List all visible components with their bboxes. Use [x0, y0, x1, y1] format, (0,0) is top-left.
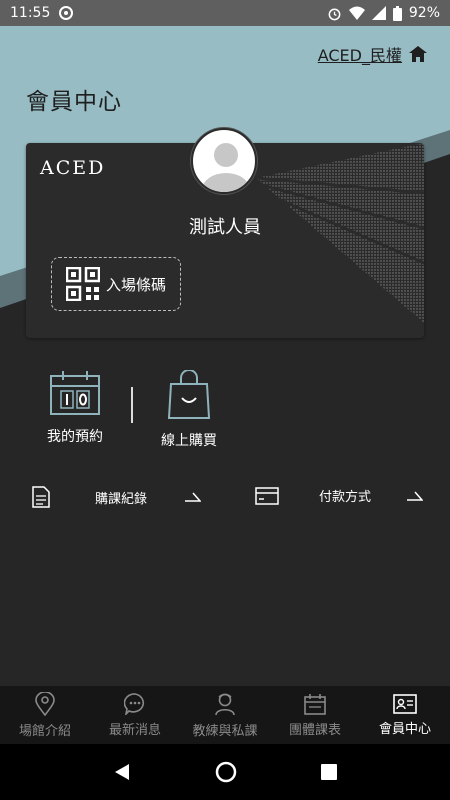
status-bar: 11:55 92%: [0, 0, 450, 26]
nav-latest-news[interactable]: 最新消息: [90, 686, 180, 744]
quick-actions-divider: [131, 387, 133, 423]
purchase-history-label: 購課紀錄: [95, 491, 148, 507]
member-name: 測試人員: [189, 217, 261, 238]
online-purchase-button[interactable]: 線上購買: [158, 369, 220, 450]
battery-icon: [392, 5, 402, 21]
bottom-nav: 場館介紹 最新消息 教練與私課 團體課表 會員中心: [0, 686, 450, 744]
member-id-icon: [393, 693, 417, 714]
nav-venue-intro-label: 場館介紹: [18, 723, 71, 739]
chat-bubble-icon: [124, 692, 145, 715]
my-booking-label: 我的預約: [47, 429, 103, 445]
gym-branch-link[interactable]: ACED_民權: [318, 42, 428, 66]
page-title: 會員中心: [26, 89, 122, 115]
nav-coach-private-label: 教練與私課: [192, 723, 258, 739]
qr-code-icon: [65, 267, 100, 301]
nav-coach-private[interactable]: 教練與私課: [180, 686, 270, 744]
payment-method-link[interactable]: 付款方式: [255, 486, 424, 505]
nav-group-schedule-label: 團體課表: [288, 722, 341, 738]
status-time: 11:55: [10, 5, 51, 21]
home-circle-icon[interactable]: [215, 761, 237, 783]
diagonal-background: [0, 130, 450, 686]
signal-icon: [371, 6, 386, 20]
nav-latest-news-label: 最新消息: [108, 722, 161, 738]
aced-logo: ACED: [40, 157, 106, 179]
recents-icon[interactable]: [320, 763, 338, 781]
calendar-icon: [50, 371, 100, 415]
nav-member-center-label: 會員中心: [378, 721, 431, 737]
qr-label: 入場條碼: [105, 275, 166, 294]
location-pin-icon: [35, 691, 55, 716]
arrow-right-icon: [407, 491, 424, 501]
wifi-icon: [348, 6, 365, 20]
system-nav-bar: [0, 744, 450, 800]
battery-percent: 92%: [408, 5, 440, 21]
gym-branch-label: ACED_民權: [317, 46, 402, 65]
coach-icon: [215, 693, 235, 715]
arrow-right-icon: [185, 492, 202, 502]
avatar[interactable]: [191, 128, 257, 194]
online-purchase-label: 線上購買: [161, 433, 217, 449]
shopping-bag-icon: [167, 369, 211, 419]
home-icon: [409, 46, 427, 62]
purchase-history-link[interactable]: 購課紀錄: [32, 486, 202, 508]
document-icon: [32, 486, 50, 508]
alarm-icon: [328, 8, 341, 20]
nav-venue-intro[interactable]: 場館介紹: [0, 686, 90, 744]
entry-qr-button[interactable]: 入場條碼: [51, 257, 181, 311]
nav-member-center[interactable]: 會員中心: [360, 686, 450, 744]
nav-group-schedule[interactable]: 團體課表: [270, 686, 360, 744]
vpn-icon: [59, 6, 74, 20]
card-icon: [255, 486, 279, 505]
payment-method-label: 付款方式: [319, 490, 372, 505]
my-booking-button[interactable]: 我的預約: [44, 370, 106, 446]
calendar-icon: [304, 693, 326, 715]
back-icon[interactable]: [112, 762, 132, 782]
